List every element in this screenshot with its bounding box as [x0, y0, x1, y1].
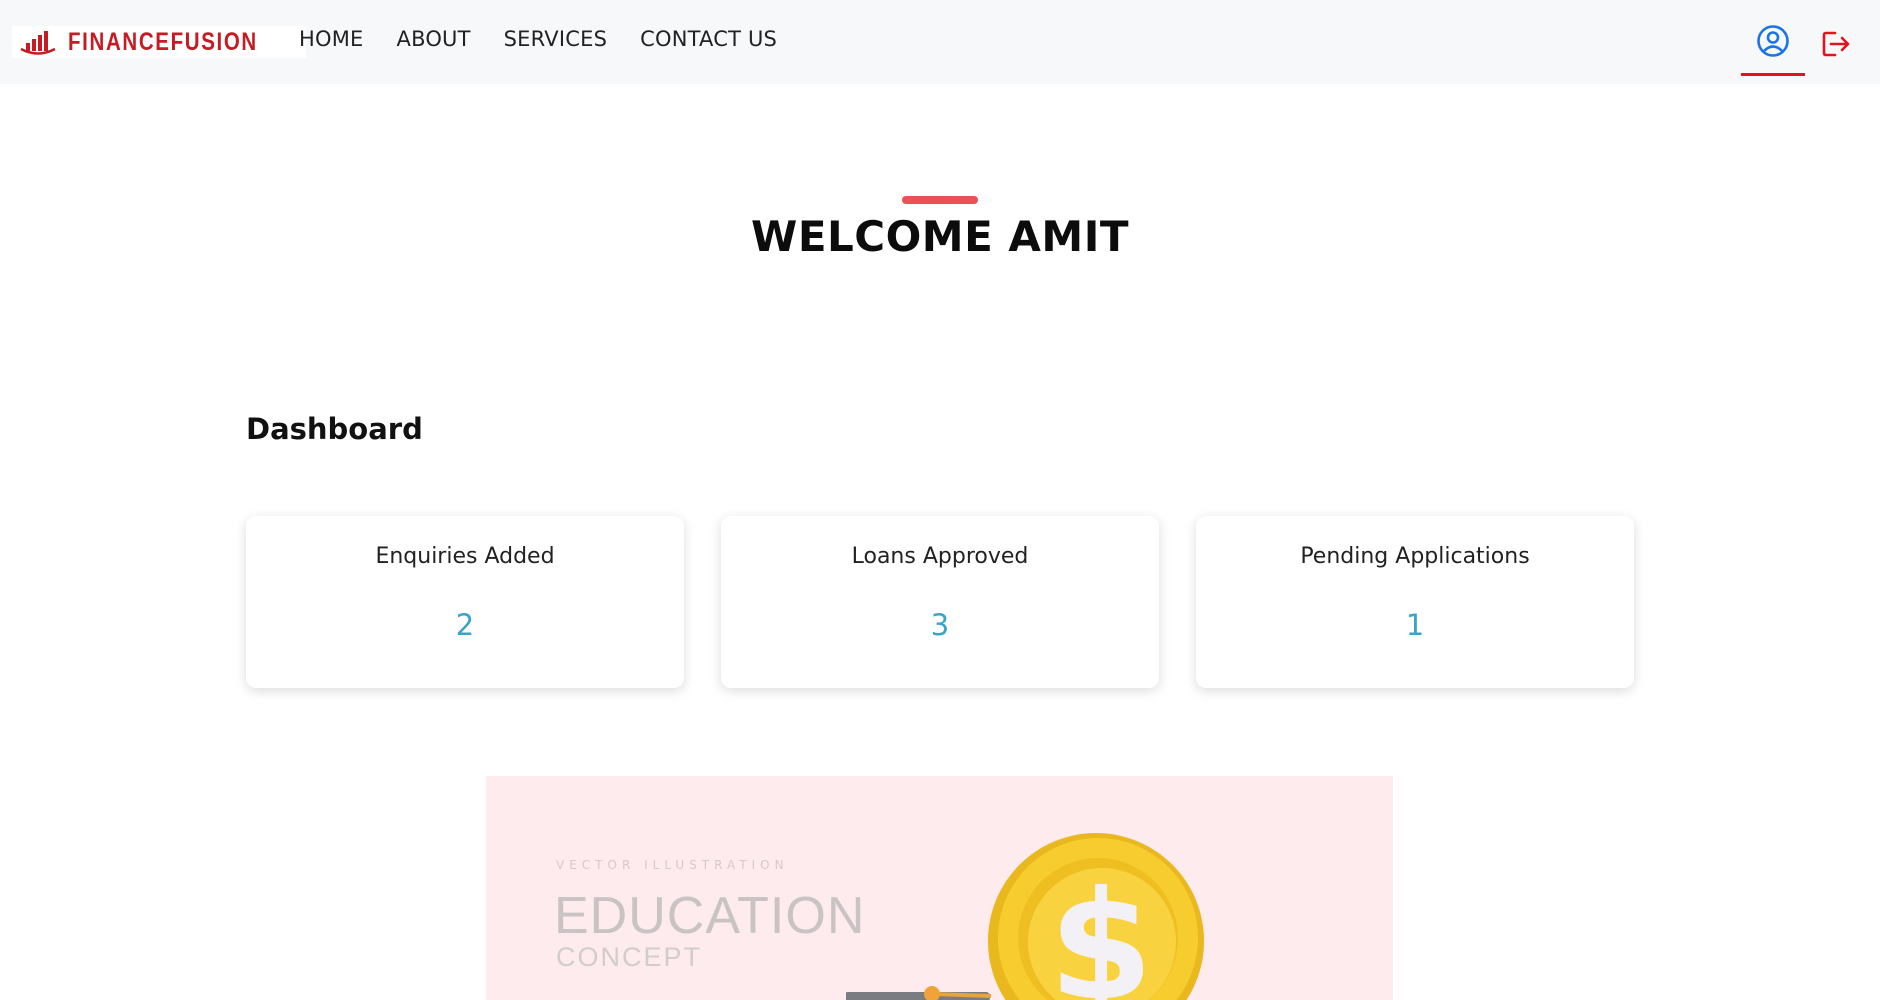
bar-chart-logo-icon: [20, 31, 56, 55]
stat-card-label: Pending Applications: [1300, 544, 1530, 569]
main-nav: HOME ABOUT SERVICES CONTACT US: [299, 27, 777, 51]
banner-subtitle: CONCEPT: [556, 942, 703, 972]
stat-card-label: Loans Approved: [851, 544, 1029, 569]
welcome-heading: WELCOME AMIT: [751, 212, 1129, 261]
banner-illustration: $: [846, 833, 1204, 1000]
welcome-accent-bar: [902, 196, 978, 204]
nav-home[interactable]: HOME: [299, 27, 364, 51]
stat-card-loans-approved: Loans Approved 3: [721, 516, 1159, 688]
dollar-coin-icon: $: [988, 833, 1204, 1000]
stat-card-value: 1: [1405, 608, 1425, 642]
banner-title: EDUCATION: [554, 887, 866, 945]
stat-card-value: 2: [455, 608, 475, 642]
top-navbar: FINANCEFUSION HOME ABOUT SERVICES CONTAC…: [0, 0, 1880, 84]
education-loan-banner: VECTOR ILLUSTRATION EDUCATION CONCEPT $: [486, 776, 1393, 1000]
stat-card-label: Enquiries Added: [375, 544, 555, 569]
svg-text:$: $: [1049, 860, 1153, 1000]
profile-button[interactable]: [1741, 0, 1805, 76]
logout-button[interactable]: [1820, 28, 1852, 60]
user-circle-icon: [1757, 24, 1789, 57]
graduation-cap-icon: [846, 986, 992, 1000]
logout-icon: [1822, 31, 1850, 57]
nav-services[interactable]: SERVICES: [504, 27, 607, 51]
stat-card-pending-applications: Pending Applications 1: [1196, 516, 1634, 688]
banner-small-text: VECTOR ILLUSTRATION: [556, 858, 789, 872]
dashboard-title: Dashboard: [246, 412, 423, 446]
brand-name: FINANCEFUSION: [68, 27, 258, 56]
brand-logo[interactable]: FINANCEFUSION: [12, 26, 306, 58]
nav-contact-us[interactable]: CONTACT US: [640, 27, 777, 51]
stat-card-value: 3: [930, 608, 950, 642]
nav-about[interactable]: ABOUT: [397, 27, 471, 51]
stat-card-enquiries: Enquiries Added 2: [246, 516, 684, 688]
